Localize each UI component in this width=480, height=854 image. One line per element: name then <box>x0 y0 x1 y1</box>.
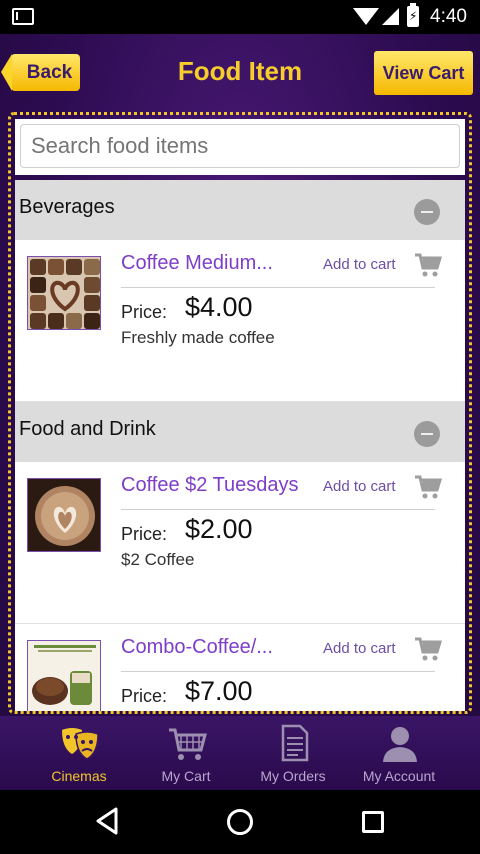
tab-label: My Cart <box>161 768 211 784</box>
collapse-icon[interactable] <box>414 421 440 447</box>
item-description: $2 Coffee <box>121 550 195 569</box>
price-value: $2.00 <box>185 514 253 544</box>
item-name[interactable]: Combo-Coffee/... <box>121 636 273 659</box>
divider <box>121 287 435 288</box>
list-item[interactable]: Coffee $2 Tuesdays Add to cart Price: $2… <box>15 462 465 624</box>
home-circle-icon[interactable] <box>227 809 253 835</box>
status-bar: ⚡ 4:40 <box>0 0 480 34</box>
theater-masks-icon <box>62 728 99 760</box>
tab-my-account[interactable]: My Account <box>344 716 454 790</box>
cart-icon <box>169 728 207 760</box>
price-label: Price: <box>121 302 168 322</box>
price-value: $4.00 <box>185 292 253 322</box>
signal-icon <box>382 8 399 25</box>
app-screen: Back Food Item View Cart Beverages <box>0 34 480 790</box>
price-value: $7.00 <box>185 676 253 706</box>
section-header-beverages[interactable]: Beverages <box>15 180 465 240</box>
cart-icon[interactable] <box>413 634 443 664</box>
item-thumbnail <box>27 478 101 552</box>
tab-cinemas[interactable]: Cinemas <box>24 716 134 790</box>
tab-label: Cinemas <box>51 768 107 784</box>
tab-label: My Account <box>362 768 436 784</box>
tab-label: My Orders <box>260 768 326 784</box>
divider <box>121 509 435 510</box>
divider <box>121 671 435 672</box>
food-list[interactable]: Beverages Coffee Medium... Add to cart P… <box>15 180 465 711</box>
search-container <box>15 119 465 175</box>
add-to-cart-link[interactable]: Add to cart <box>323 256 396 273</box>
item-thumbnail <box>27 256 101 330</box>
section-title: Beverages <box>19 196 115 218</box>
android-nav-bar <box>0 790 480 854</box>
cart-icon[interactable] <box>413 472 443 502</box>
section-header-food-and-drink[interactable]: Food and Drink <box>15 402 465 462</box>
back-triangle-icon[interactable] <box>94 806 120 836</box>
status-time: 4:40 <box>430 6 467 27</box>
price-label: Price: <box>121 686 168 706</box>
item-name[interactable]: Coffee $2 Tuesdays <box>121 474 299 497</box>
document-icon <box>281 724 309 762</box>
price-label: Price: <box>121 524 168 544</box>
list-item[interactable]: Combo-Coffee/... Add to cart Price: $7.0… <box>15 624 465 711</box>
list-item[interactable]: Coffee Medium... Add to cart Price: $4.0… <box>15 240 465 402</box>
add-to-cart-link[interactable]: Add to cart <box>323 478 396 495</box>
bottom-nav: Cinemas My Cart My Orders My Account <box>0 716 480 790</box>
search-input[interactable] <box>20 124 460 168</box>
view-cart-button[interactable]: View Cart <box>374 51 473 95</box>
tab-my-orders[interactable]: My Orders <box>238 716 348 790</box>
header: Back Food Item View Cart <box>0 34 480 110</box>
cart-icon[interactable] <box>413 250 443 280</box>
recents-square-icon[interactable] <box>362 811 384 833</box>
item-description: Freshly made coffee <box>121 328 275 347</box>
tab-my-cart[interactable]: My Cart <box>131 716 241 790</box>
notification-icon <box>12 8 34 25</box>
add-to-cart-link[interactable]: Add to cart <box>323 640 396 657</box>
item-thumbnail <box>27 640 101 711</box>
section-title: Food and Drink <box>19 418 156 440</box>
food-panel: Beverages <box>8 112 472 714</box>
battery-icon: ⚡ <box>407 3 419 27</box>
person-icon <box>383 727 417 762</box>
item-name[interactable]: Coffee Medium... <box>121 252 273 275</box>
wifi-icon <box>353 8 379 25</box>
collapse-icon[interactable] <box>414 199 440 225</box>
